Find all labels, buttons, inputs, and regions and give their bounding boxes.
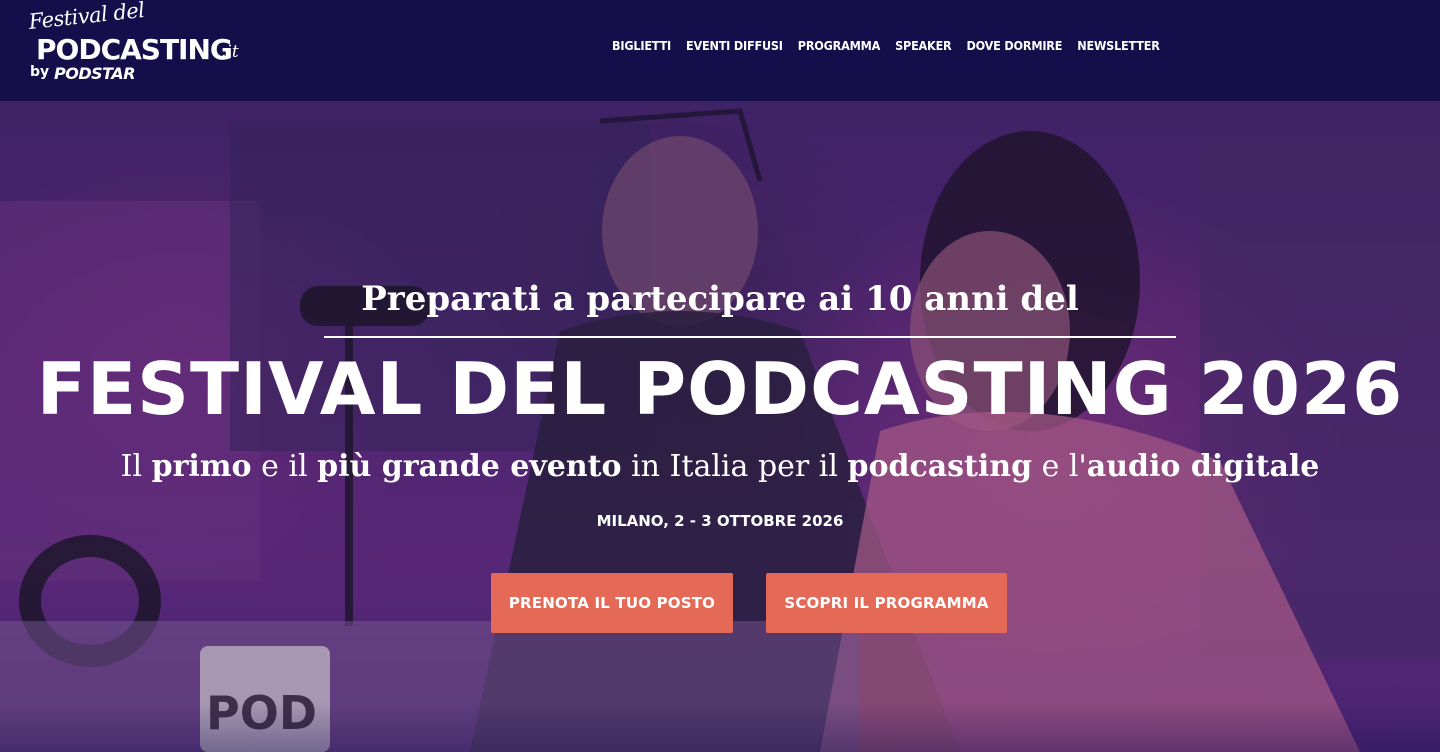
event-date: MILANO, 2 - 3 OTTOBRE 2026 [596,512,844,530]
nav-item-dove-dormire[interactable]: DOVE DORMIRE [967,38,1063,53]
subtitle-emphasis: audio digitale [1086,449,1320,484]
subtitle-part: e l' [1032,449,1087,484]
logo-main-text: PODCASTING [36,33,233,66]
logo-tld-text: .it [221,42,239,62]
discover-program-button[interactable]: SCOPRI IL PROGRAMMA [766,573,1007,633]
site-header: Festival del PODCASTING .it by PODSTAR B… [0,0,1440,101]
subtitle-emphasis: primo [151,449,252,484]
subtitle-part: e il [251,449,318,484]
hero-title: FESTIVAL DEL PODCASTING 2026 [36,347,1404,431]
logo-script-text: Festival del [27,0,146,34]
subtitle-part: in Italia per il [621,449,848,484]
nav-item-eventi-diffusi[interactable]: EVENTI DIFFUSI [686,38,783,53]
hero-pre-title: Preparati a partecipare ai 10 anni del [0,279,1440,319]
festival-logo[interactable]: Festival del PODCASTING .it by PODSTAR [27,0,258,86]
title-divider [324,336,1176,338]
logo-brand-text: PODSTAR [54,64,136,83]
logo-by-text: by [30,64,50,80]
hero-section: POD Preparati a partecipare ai 10 anni d… [0,101,1440,752]
main-nav: BIGLIETTI EVENTI DIFFUSI PROGRAMMA SPEAK… [612,38,1160,53]
nav-item-speaker[interactable]: SPEAKER [895,38,952,53]
hero-content: Preparati a partecipare ai 10 anni del F… [0,101,1440,752]
subtitle-part: Il [120,449,152,484]
subtitle-emphasis: podcasting [847,449,1033,484]
pre-title-emphasis: 10 anni del [865,279,1079,319]
nav-item-programma[interactable]: PROGRAMMA [798,38,881,53]
subtitle-emphasis: più grande evento [317,449,622,484]
book-seat-button[interactable]: PRENOTA IL TUO POSTO [491,573,733,633]
nav-item-newsletter[interactable]: NEWSLETTER [1077,38,1160,53]
hero-subtitle: Il primo e il più grande evento in Itali… [0,449,1440,484]
nav-item-biglietti[interactable]: BIGLIETTI [612,38,671,53]
pre-title-text: Preparati a partecipare ai [361,279,866,319]
